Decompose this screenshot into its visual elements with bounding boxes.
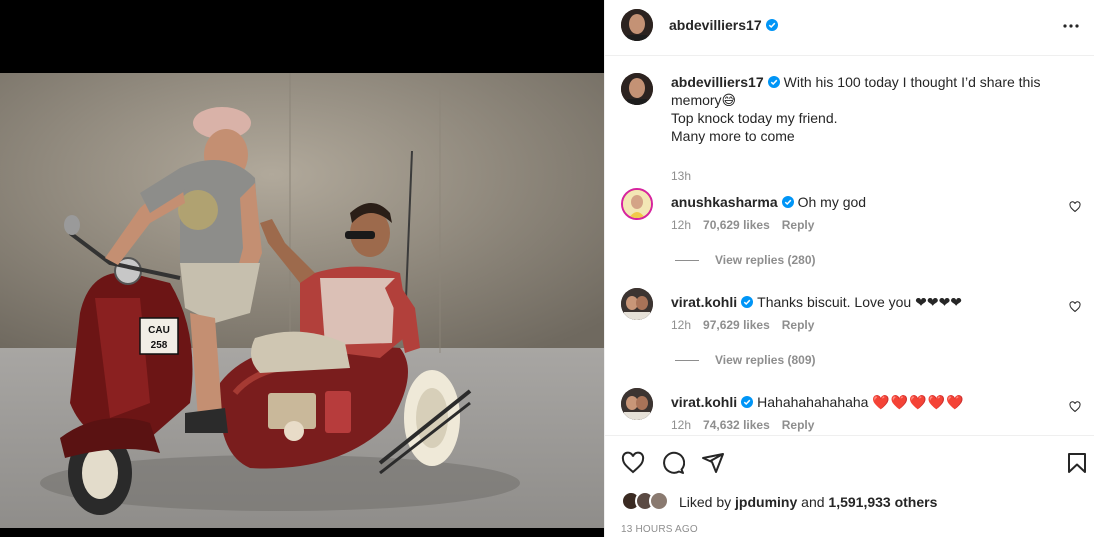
verified-badge-icon bbox=[781, 196, 794, 208]
divider-line bbox=[675, 260, 699, 262]
comment-time[interactable]: 12h bbox=[671, 418, 691, 432]
likes-count[interactable]: 1,591,933 others bbox=[828, 494, 937, 510]
commenter-avatar[interactable] bbox=[621, 288, 653, 320]
like-heart-icon[interactable] bbox=[621, 451, 645, 475]
likes-text: Liked by jpduminy and 1,591,933 others bbox=[679, 494, 937, 510]
comment-likes[interactable]: 74,632 likes bbox=[703, 418, 770, 432]
verified-badge-icon bbox=[767, 76, 780, 88]
plate-line1: CAU bbox=[148, 325, 170, 336]
divider-line bbox=[675, 360, 699, 362]
caption-username[interactable]: abdevilliers17 bbox=[671, 74, 764, 90]
reply-button[interactable]: Reply bbox=[782, 218, 815, 232]
reply-button[interactable]: Reply bbox=[782, 418, 815, 432]
likes-prefix: Liked by bbox=[679, 494, 732, 510]
caption-author-avatar[interactable] bbox=[621, 73, 653, 105]
comment-text: virat.kohli Thanks biscuit. Love you ❤❤❤❤ bbox=[671, 293, 1061, 311]
caption-line-1: With his 100 today I thought I’d share t… bbox=[783, 74, 1041, 90]
author-username-text[interactable]: abdevilliers17 bbox=[669, 17, 762, 33]
post-actions: Liked by jpduminy and 1,591,933 others 1… bbox=[605, 435, 1094, 537]
author-avatar[interactable] bbox=[621, 9, 653, 41]
comment-likes[interactable]: 70,629 likes bbox=[703, 218, 770, 232]
heart-icon[interactable] bbox=[1069, 201, 1081, 213]
comment-text: virat.kohli Hahahahahahaha ❤️❤️❤️❤️❤️ bbox=[671, 393, 1061, 411]
share-icon[interactable] bbox=[701, 451, 725, 475]
caption-line-2: memory😅 bbox=[671, 92, 737, 108]
commenter-avatar[interactable] bbox=[621, 388, 653, 420]
comment-username[interactable]: virat.kohli bbox=[671, 294, 737, 310]
heart-icon[interactable] bbox=[1069, 401, 1081, 413]
comment-body: Thanks biscuit. Love you ❤❤❤❤ bbox=[757, 294, 963, 310]
heart-emojis: ❤️❤️❤️❤️❤️ bbox=[872, 394, 965, 410]
view-replies-button[interactable]: View replies (809) bbox=[675, 353, 816, 367]
caption-line-3: Top knock today my friend. bbox=[671, 110, 838, 126]
view-replies-button[interactable]: View replies (280) bbox=[675, 253, 816, 267]
photo-illustration: CAU 258 bbox=[0, 73, 604, 528]
author-username[interactable]: abdevilliers17 bbox=[669, 17, 778, 33]
commenter-avatar[interactable] bbox=[621, 188, 653, 220]
view-replies-text[interactable]: View replies (280) bbox=[715, 253, 816, 267]
post-photo[interactable]: CAU 258 bbox=[0, 73, 604, 528]
post-timestamp[interactable]: 13 HOURS AGO bbox=[621, 524, 698, 535]
comment-username[interactable]: virat.kohli bbox=[671, 394, 737, 410]
reply-button[interactable]: Reply bbox=[782, 318, 815, 332]
liker-avatars bbox=[621, 491, 673, 511]
bookmark-icon[interactable] bbox=[1065, 451, 1089, 475]
comment-meta: 12h 70,629 likes Reply bbox=[671, 218, 814, 232]
more-options-icon[interactable] bbox=[1059, 14, 1083, 38]
comment-likes[interactable]: 97,629 likes bbox=[703, 318, 770, 332]
likes-and: and bbox=[801, 494, 825, 510]
caption-line-4: Many more to come bbox=[671, 128, 795, 144]
comment-username[interactable]: anushkasharma bbox=[671, 194, 778, 210]
comments-list[interactable]: abdevilliers17 With his 100 today I thoug… bbox=[605, 57, 1094, 435]
post-media: CAU 258 bbox=[0, 0, 604, 537]
post-side-panel: abdevilliers17 abdevilliers17 With his 10… bbox=[604, 0, 1094, 537]
comment-icon[interactable] bbox=[661, 451, 685, 475]
heart-icon[interactable] bbox=[1069, 301, 1081, 313]
caption-time[interactable]: 13h bbox=[671, 169, 691, 183]
comment-meta: 12h 74,632 likes Reply bbox=[671, 418, 814, 432]
verified-badge-icon bbox=[765, 19, 778, 31]
view-replies-text[interactable]: View replies (809) bbox=[715, 353, 816, 367]
caption-text: abdevilliers17 With his 100 today I thoug… bbox=[671, 73, 1061, 145]
comment-body: Oh my god bbox=[797, 194, 867, 210]
plate-line2: 258 bbox=[151, 340, 168, 351]
comment-time[interactable]: 12h bbox=[671, 318, 691, 332]
post-header: abdevilliers17 bbox=[605, 0, 1094, 56]
verified-badge-icon bbox=[741, 396, 754, 408]
liker-avatar[interactable] bbox=[649, 491, 669, 511]
comment-body: Hahahahahahaha bbox=[757, 394, 869, 410]
comment-meta: 12h 97,629 likes Reply bbox=[671, 318, 814, 332]
comment-text: anushkasharma Oh my god bbox=[671, 193, 1061, 211]
verified-badge-icon bbox=[741, 296, 754, 308]
comment-time[interactable]: 12h bbox=[671, 218, 691, 232]
liker-username[interactable]: jpduminy bbox=[735, 494, 797, 510]
